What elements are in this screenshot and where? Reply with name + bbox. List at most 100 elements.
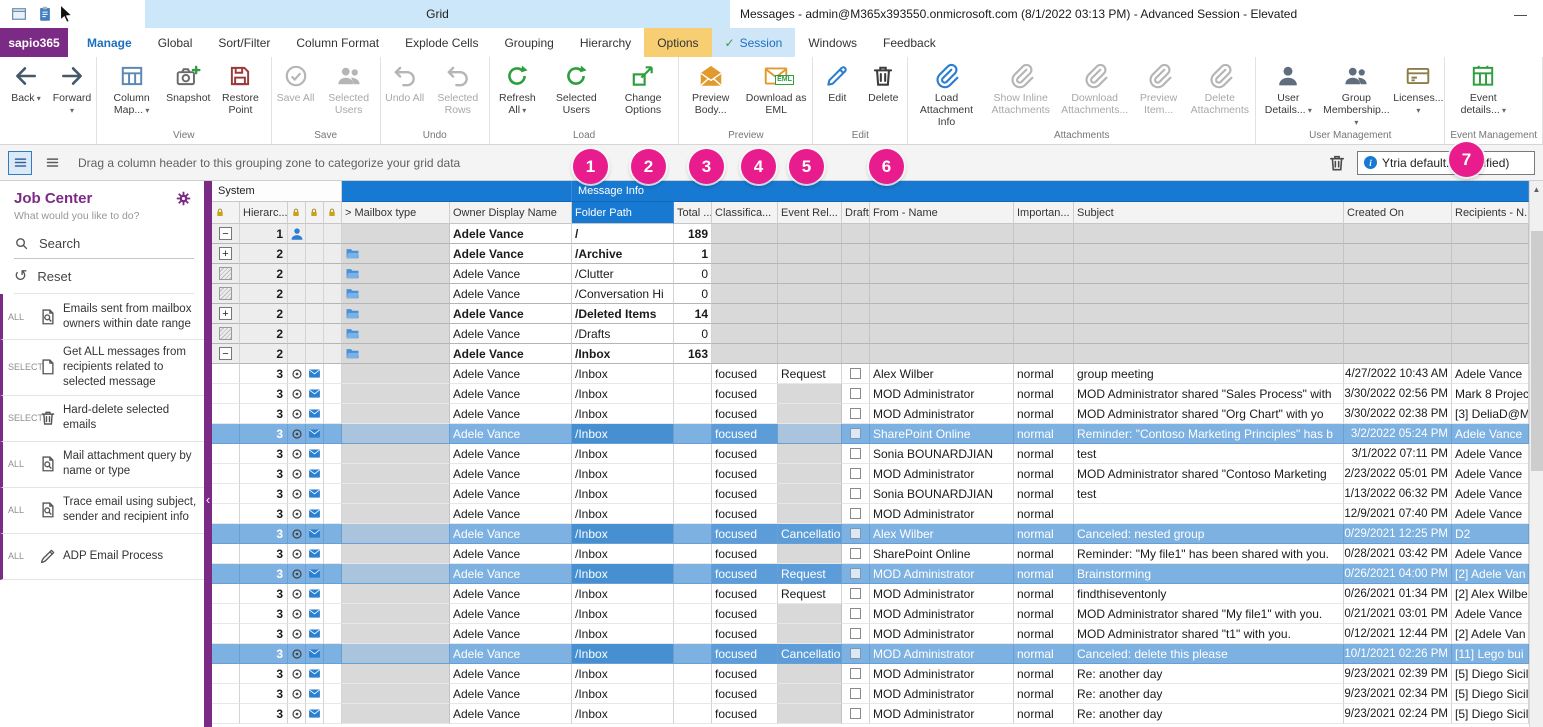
- col-header-folder-path[interactable]: Folder Path: [572, 202, 674, 224]
- message-row[interactable]: 3Adele Vance/InboxfocusedSonia BOUNARDJI…: [212, 444, 1529, 464]
- tab-options[interactable]: Options: [644, 28, 711, 57]
- expander-plus[interactable]: +: [219, 247, 232, 260]
- message-row[interactable]: 3Adele Vance/InboxfocusedMOD Administrat…: [212, 404, 1529, 424]
- col-header-total[interactable]: Total ...: [674, 202, 712, 224]
- download-attachments-button[interactable]: Download Attachments...: [1058, 58, 1132, 116]
- delete-attachments-button[interactable]: Delete Attachments: [1186, 58, 1255, 116]
- message-row[interactable]: 3Adele Vance/InboxfocusedCancellatioMOD …: [212, 644, 1529, 664]
- user-details-button[interactable]: User Details... ▾: [1257, 58, 1319, 116]
- job-item-mail-attachment-query[interactable]: ALLMail attachment query by name or type: [0, 442, 204, 488]
- draft-checkbox[interactable]: [850, 368, 861, 379]
- scroll-up-icon[interactable]: ▲: [1530, 181, 1543, 197]
- tab-hierarchy[interactable]: Hierarchy: [567, 28, 644, 57]
- message-row[interactable]: 3Adele Vance/InboxfocusedSharePoint Onli…: [212, 544, 1529, 564]
- job-item-emails-sent-from[interactable]: ALLEmails sent from mailbox owners withi…: [0, 294, 204, 340]
- draft-checkbox[interactable]: [850, 628, 861, 639]
- view-profile-select[interactable]: i Ytria default...(Modified): [1357, 151, 1535, 175]
- folder-row[interactable]: +2Adele Vance/Archive1: [212, 244, 1529, 264]
- folder-row[interactable]: 2Adele Vance/Drafts0: [212, 324, 1529, 344]
- message-row[interactable]: 3Adele Vance/InboxfocusedSharePoint Onli…: [212, 424, 1529, 444]
- col-header-subject[interactable]: Subject: [1074, 202, 1344, 224]
- job-item-adp-email-process[interactable]: ALLADP Email Process: [0, 534, 204, 580]
- message-row[interactable]: 3Adele Vance/InboxfocusedRequestMOD Admi…: [212, 584, 1529, 604]
- tab-feedback[interactable]: Feedback: [870, 28, 949, 57]
- col-header-draft[interactable]: Draft: [842, 202, 870, 224]
- edit-button[interactable]: Edit: [814, 58, 860, 104]
- group-header-system[interactable]: System: [212, 181, 342, 202]
- folder-row[interactable]: 2Adele Vance/Conversation Hi0: [212, 284, 1529, 304]
- folder-row[interactable]: −2Adele Vance/Inbox163: [212, 344, 1529, 364]
- draft-checkbox[interactable]: [850, 708, 861, 719]
- search-input[interactable]: Search: [14, 236, 194, 259]
- vertical-scrollbar[interactable]: ▲: [1529, 181, 1543, 727]
- licenses-button[interactable]: Licenses... ▾: [1393, 58, 1443, 116]
- job-item-get-all-messages[interactable]: SELECTGet ALL messages from recipients r…: [0, 340, 204, 396]
- message-row[interactable]: 3Adele Vance/InboxfocusedSonia BOUNARDJI…: [212, 484, 1529, 504]
- draft-checkbox[interactable]: [850, 488, 861, 499]
- message-row[interactable]: 3Adele Vance/InboxfocusedMOD Administrat…: [212, 684, 1529, 704]
- message-row[interactable]: 3Adele Vance/InboxfocusedMOD Administrat…: [212, 604, 1529, 624]
- expander-minus[interactable]: −: [219, 227, 232, 240]
- col-header-importance[interactable]: Importan...: [1014, 202, 1074, 224]
- expander-plus[interactable]: +: [219, 307, 232, 320]
- col-header-icon1[interactable]: [288, 202, 306, 224]
- change-options-button[interactable]: Change Options: [609, 58, 678, 116]
- save-all-button[interactable]: Save All: [273, 58, 319, 104]
- job-item-hard-delete-selected[interactable]: SELECTHard-delete selected emails: [0, 396, 204, 442]
- draft-checkbox[interactable]: [850, 648, 861, 659]
- draft-checkbox[interactable]: [850, 428, 861, 439]
- draft-checkbox[interactable]: [850, 408, 861, 419]
- clipboard-icon[interactable]: [36, 5, 54, 23]
- minimize-button[interactable]: —: [1508, 0, 1533, 28]
- tab-windows[interactable]: Windows: [795, 28, 870, 57]
- col-header-hierarchy[interactable]: Hierarc...: [240, 202, 288, 224]
- show-inline-attachments-button[interactable]: Show Inline Attachments: [984, 58, 1058, 116]
- window-tab-grid[interactable]: Grid: [145, 0, 730, 28]
- undo-all-button[interactable]: Undo All: [382, 58, 428, 104]
- tab-explode-cells[interactable]: Explode Cells: [392, 28, 491, 57]
- selected-rows-button[interactable]: Selected Rows: [428, 58, 488, 116]
- tab-column-format[interactable]: Column Format: [283, 28, 392, 57]
- col-header-event-relevance[interactable]: Event Rel...: [778, 202, 842, 224]
- group-header-middle[interactable]: [342, 181, 572, 202]
- col-header-icon2[interactable]: [306, 202, 324, 224]
- snapshot-button[interactable]: Snapshot: [165, 58, 211, 104]
- grid-view-toggle-1[interactable]: [8, 151, 32, 175]
- tab-global[interactable]: Global: [145, 28, 206, 57]
- col-header-from-name[interactable]: From - Name: [870, 202, 1014, 224]
- delete-button[interactable]: Delete: [860, 58, 906, 104]
- message-row[interactable]: 3Adele Vance/InboxfocusedMOD Administrat…: [212, 704, 1529, 724]
- col-header-classification[interactable]: Classifica...: [712, 202, 778, 224]
- expander-empty[interactable]: [219, 327, 232, 340]
- draft-checkbox[interactable]: [850, 388, 861, 399]
- col-header-recipients[interactable]: Recipients - N...: [1452, 202, 1529, 224]
- group-membership-button[interactable]: Group Membership... ▾: [1319, 58, 1393, 128]
- draft-checkbox[interactable]: [850, 468, 861, 479]
- expander-empty[interactable]: [219, 287, 232, 300]
- tab-session[interactable]: ✓Session: [712, 28, 796, 57]
- trash-icon[interactable]: [1327, 153, 1347, 173]
- folder-row[interactable]: +2Adele Vance/Deleted Items14: [212, 304, 1529, 324]
- draft-checkbox[interactable]: [850, 448, 861, 459]
- message-row[interactable]: 3Adele Vance/InboxfocusedMOD Administrat…: [212, 504, 1529, 524]
- tab-manage[interactable]: Manage: [74, 28, 145, 57]
- col-header-icon3[interactable]: [324, 202, 342, 224]
- job-item-trace-email-using[interactable]: ALLTrace email using subject, sender and…: [0, 488, 204, 534]
- expander-empty[interactable]: [219, 267, 232, 280]
- message-row[interactable]: 3Adele Vance/InboxfocusedMOD Administrat…: [212, 384, 1529, 404]
- group-header-message-info[interactable]: Message Info: [572, 181, 1529, 202]
- col-header-mailbox-type[interactable]: > Mailbox type: [342, 202, 450, 224]
- message-row[interactable]: 3Adele Vance/InboxfocusedRequestAlex Wil…: [212, 364, 1529, 384]
- col-header-created-on[interactable]: Created On: [1344, 202, 1452, 224]
- draft-checkbox[interactable]: [850, 688, 861, 699]
- selected-users-button[interactable]: Selected Users: [319, 58, 379, 116]
- grid-view-toggle-2[interactable]: [40, 151, 64, 175]
- message-row[interactable]: 3Adele Vance/InboxfocusedMOD Administrat…: [212, 464, 1529, 484]
- draft-checkbox[interactable]: [850, 568, 861, 579]
- scrollbar-thumb[interactable]: [1531, 231, 1543, 471]
- folder-row[interactable]: 2Adele Vance/Clutter0: [212, 264, 1529, 284]
- tab-sort-filter[interactable]: Sort/Filter: [205, 28, 283, 57]
- col-header-expander[interactable]: [212, 202, 240, 224]
- message-row[interactable]: 3Adele Vance/InboxfocusedRequestMOD Admi…: [212, 564, 1529, 584]
- folder-row[interactable]: −1Adele Vance/189: [212, 224, 1529, 244]
